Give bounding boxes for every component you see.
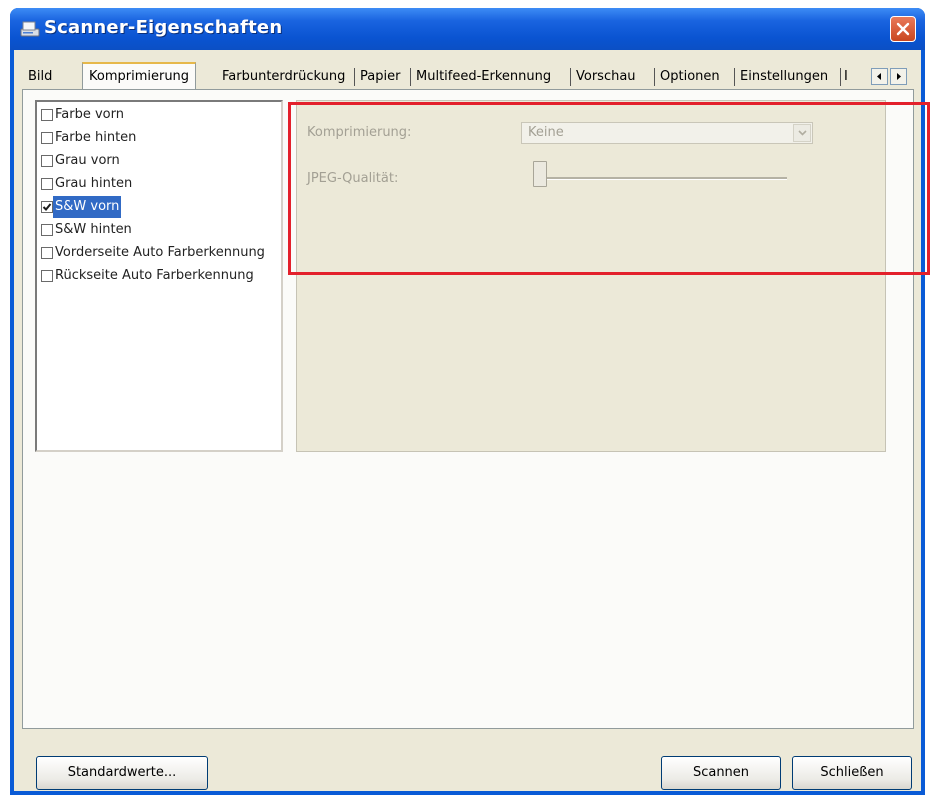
list-item-label: S&W vorn [53,196,122,218]
list-item-label: S&W hinten [55,222,132,237]
close-window-button[interactable] [890,16,916,42]
scanner-icon [20,21,40,37]
list-item-label: Grau hinten [55,176,133,191]
tab-separator [354,68,355,86]
checkbox[interactable] [41,247,53,259]
tab-vorschau[interactable]: Vorschau [576,66,636,88]
annotation-highlight-box [288,102,930,275]
tab-separator [734,68,735,86]
list-item-vorderseite-auto[interactable]: Vorderseite Auto Farberkennung [39,242,279,264]
close-icon [896,22,910,36]
list-item-label: Farbe vorn [55,107,124,122]
tab-truncated[interactable]: I [844,66,848,88]
arrow-left-icon [877,73,881,80]
list-item-label: Rückseite Auto Farberkennung [55,268,254,283]
list-item-rueckseite-auto[interactable]: Rückseite Auto Farberkennung [39,265,279,287]
checkbox[interactable] [41,155,53,167]
tab-separator [570,68,571,86]
scan-button[interactable]: Scannen [661,756,781,790]
tab-multifeed-erkennung[interactable]: Multifeed-Erkennung [416,66,551,88]
defaults-button[interactable]: Standardwerte... [36,756,208,790]
list-item-farbe-hinten[interactable]: Farbe hinten [39,127,279,149]
list-item-grau-vorn[interactable]: Grau vorn [39,150,279,172]
window-title: Scanner-Eigenschaften [44,17,283,38]
tab-strip: Bild Komprimierung Farbunterdrückung Pap… [22,62,914,90]
checkbox[interactable] [41,109,53,121]
tab-separator [840,68,841,86]
tab-separator [654,68,655,86]
tab-bild[interactable]: Bild [28,66,52,88]
list-item-label: Vorderseite Auto Farberkennung [55,245,265,260]
tab-papier[interactable]: Papier [360,66,400,88]
list-item-grau-hinten[interactable]: Grau hinten [39,173,279,195]
arrow-right-icon [897,73,901,80]
tab-komprimierung[interactable]: Komprimierung [82,62,197,89]
list-item-farbe-vorn[interactable]: Farbe vorn [39,104,279,126]
list-item-label: Grau vorn [55,153,120,168]
checkbox-checked[interactable] [41,201,53,213]
tab-scroll-right-button[interactable] [890,68,907,85]
checkmark-icon [42,203,52,211]
checkbox[interactable] [41,270,53,282]
tab-optionen[interactable]: Optionen [660,66,720,88]
list-item-sw-vorn[interactable]: S&W vorn [39,196,279,218]
tab-separator [410,68,411,86]
title-bar: Scanner-Eigenschaften [10,8,925,50]
tab-scroll-left-button[interactable] [871,68,888,85]
tab-farbunterdrueckung[interactable]: Farbunterdrückung [222,66,345,88]
checkbox[interactable] [41,132,53,144]
list-item-label: Farbe hinten [55,130,137,145]
image-type-list[interactable]: Farbe vorn Farbe hinten Grau vorn Grau h… [35,100,283,452]
tab-einstellungen[interactable]: Einstellungen [740,66,828,88]
checkbox[interactable] [41,224,53,236]
list-item-sw-hinten[interactable]: S&W hinten [39,219,279,241]
checkbox[interactable] [41,178,53,190]
close-button[interactable]: Schließen [792,756,912,790]
